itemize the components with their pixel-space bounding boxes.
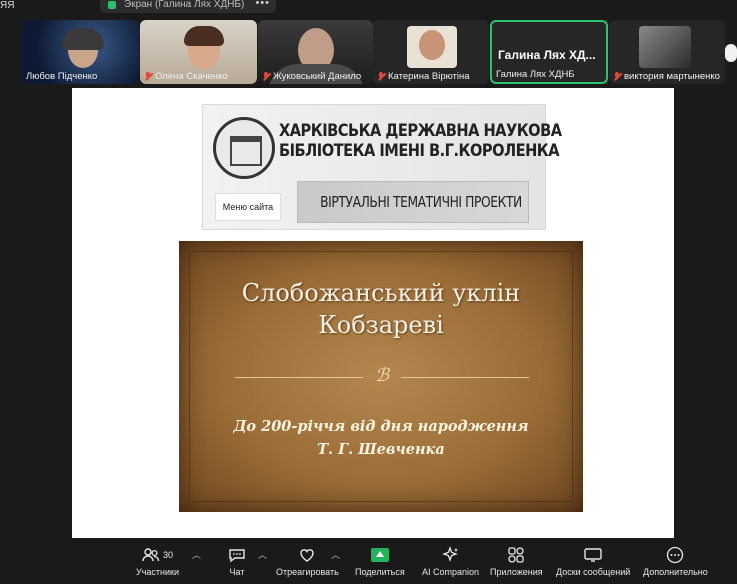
share-screen-icon	[370, 548, 389, 562]
participant-hair	[184, 26, 224, 46]
apps-label: Приложения	[490, 567, 543, 577]
window-title-fragment: ЯЯ	[0, 0, 15, 11]
participant-display-name: Галина Лях ХД...	[498, 48, 596, 62]
slide-subtitle: До 200-річчя від дня народження Т. Г. Ше…	[233, 418, 529, 458]
gallery-next-icon[interactable]	[725, 44, 737, 62]
apps-icon	[508, 547, 524, 563]
chat-button[interactable]: Чат	[228, 544, 246, 577]
mic-muted-icon	[144, 72, 152, 81]
participant-tile[interactable]: Катерина Вірютіна	[373, 20, 489, 84]
participant-tile[interactable]: Олена Скаченко	[140, 20, 257, 84]
chat-label: Чат	[229, 567, 245, 577]
divider-right	[401, 377, 529, 378]
more-button[interactable]: Дополнительно	[643, 544, 708, 577]
whiteboards-label: Доски сообщений	[556, 567, 631, 577]
react-button[interactable]: Отреагировать	[276, 544, 339, 577]
shared-screen: ХАРКІВСЬКА ДЕРЖАВНА НАУКОВА БІБЛІОТЕКА І…	[72, 88, 674, 538]
participants-icon	[142, 548, 160, 562]
participant-name: Олена Скаченко	[144, 71, 228, 82]
participant-hair	[62, 28, 104, 50]
ai-companion-button[interactable]: AI Companion	[422, 544, 479, 577]
library-logo	[213, 117, 275, 179]
whiteboards-button[interactable]: Доски сообщений	[556, 544, 630, 577]
zoom-meeting-window: ЯЯ Экран (Галина Лях ХДНБ) ••• Любов Під…	[0, 0, 737, 584]
participant-name: виктория мартыненко	[613, 71, 720, 82]
participant-name: Любов Підченко	[26, 71, 98, 82]
share-status-icon	[108, 0, 116, 9]
more-label: Дополнительно	[643, 567, 708, 577]
ai-companion-label: AI Companion	[422, 567, 480, 577]
whiteboard-icon	[584, 548, 602, 562]
participants-label: Участники	[136, 567, 179, 577]
screen-share-label: Экран (Галина Лях ХДНБ)	[124, 0, 245, 10]
presentation-slide: Слобожанський уклін Кобзареві ℬ До 200-р…	[179, 241, 583, 512]
participants-menu-caret-icon[interactable]: ︿	[192, 548, 201, 561]
screen-share-indicator[interactable]: Экран (Галина Лях ХДНБ) •••	[100, 0, 276, 13]
library-banner: ХАРКІВСЬКА ДЕРЖАВНА НАУКОВА БІБЛІОТЕКА І…	[202, 104, 562, 230]
participants-count: 30	[162, 550, 173, 560]
participant-name: Катерина Вірютіна	[377, 71, 470, 82]
participants-button[interactable]: 30 Участники	[136, 544, 179, 577]
chat-menu-caret-icon[interactable]: ︿	[258, 548, 267, 561]
apps-button[interactable]: Приложения	[490, 544, 543, 577]
divider-left	[235, 377, 363, 378]
mic-muted-icon	[613, 72, 621, 81]
participant-tile[interactable]: виктория мартыненко	[609, 20, 725, 84]
slide-title: Слобожанський уклін Кобзареві	[241, 279, 521, 339]
more-options-icon[interactable]: •••	[255, 0, 270, 9]
mic-muted-icon	[262, 72, 270, 81]
react-label: Отреагировать	[276, 567, 339, 577]
more-icon	[667, 546, 684, 564]
participant-tile-active-speaker[interactable]: Галина Лях ХД... Галина Лях ХДНБ	[490, 20, 608, 84]
share-label: Поделиться	[355, 567, 405, 577]
react-menu-caret-icon[interactable]: ︿	[331, 548, 340, 561]
mic-muted-icon	[377, 72, 385, 81]
share-screen-button[interactable]: Поделиться	[355, 544, 405, 577]
meeting-toolbar: 30 Участники ︿ Чат ︿ Отреагировать ︿ Под…	[0, 540, 737, 584]
participant-name: Жуковський Данило	[262, 71, 361, 82]
site-menu-button[interactable]: Меню сайта	[215, 193, 281, 221]
heart-icon	[300, 549, 315, 562]
sparkle-icon	[441, 546, 458, 562]
ornament-icon: ℬ	[374, 365, 390, 386]
virtual-projects-label: ВІРТУАЛЬНІ ТЕМАТИЧНІ ПРОЕКТИ	[297, 181, 529, 223]
participant-tile[interactable]: Любов Підченко	[22, 20, 140, 84]
chat-icon	[229, 549, 245, 563]
participant-name: Галина Лях ХДНБ	[496, 69, 575, 80]
participant-avatar	[639, 26, 691, 68]
participant-tile[interactable]: Жуковський Данило	[258, 20, 373, 84]
participants-strip: Любов Підченко Олена Скаченко Жуковський…	[0, 18, 737, 86]
participant-avatar-face	[419, 30, 445, 60]
library-name: ХАРКІВСЬКА ДЕРЖАВНА НАУКОВА БІБЛІОТЕКА І…	[279, 121, 562, 161]
